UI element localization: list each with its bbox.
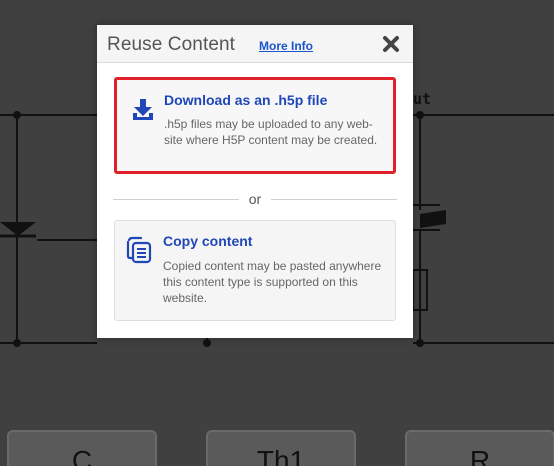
download-option-title: Download as an .h5p file <box>164 92 328 108</box>
dialog-header: Reuse Content More Info <box>97 25 413 63</box>
dialog-title: Reuse Content <box>107 34 236 55</box>
component-button-r: R <box>405 430 554 466</box>
more-info-link[interactable]: More Info <box>259 39 313 53</box>
component-button-c: C <box>7 430 157 466</box>
download-h5p-option[interactable]: Download as an .h5p file .h5p files may … <box>114 77 396 174</box>
or-separator: or <box>113 191 397 207</box>
circuit-label: ut <box>413 90 432 108</box>
copy-content-option[interactable]: Copy content Copied content may be paste… <box>114 220 396 321</box>
component-button-th1: Th1 <box>206 430 356 466</box>
download-option-description: .h5p files may be uploaded to any web-si… <box>164 117 378 147</box>
download-icon <box>128 95 158 125</box>
reuse-content-dialog: Reuse Content More Info Download as an .… <box>97 25 413 338</box>
separator-line-right <box>271 199 397 200</box>
copy-icon <box>124 235 154 265</box>
copy-option-title: Copy content <box>163 233 253 249</box>
close-icon[interactable] <box>381 34 401 54</box>
copy-option-description: Copied content may be pasted anywhere th… <box>163 259 382 305</box>
